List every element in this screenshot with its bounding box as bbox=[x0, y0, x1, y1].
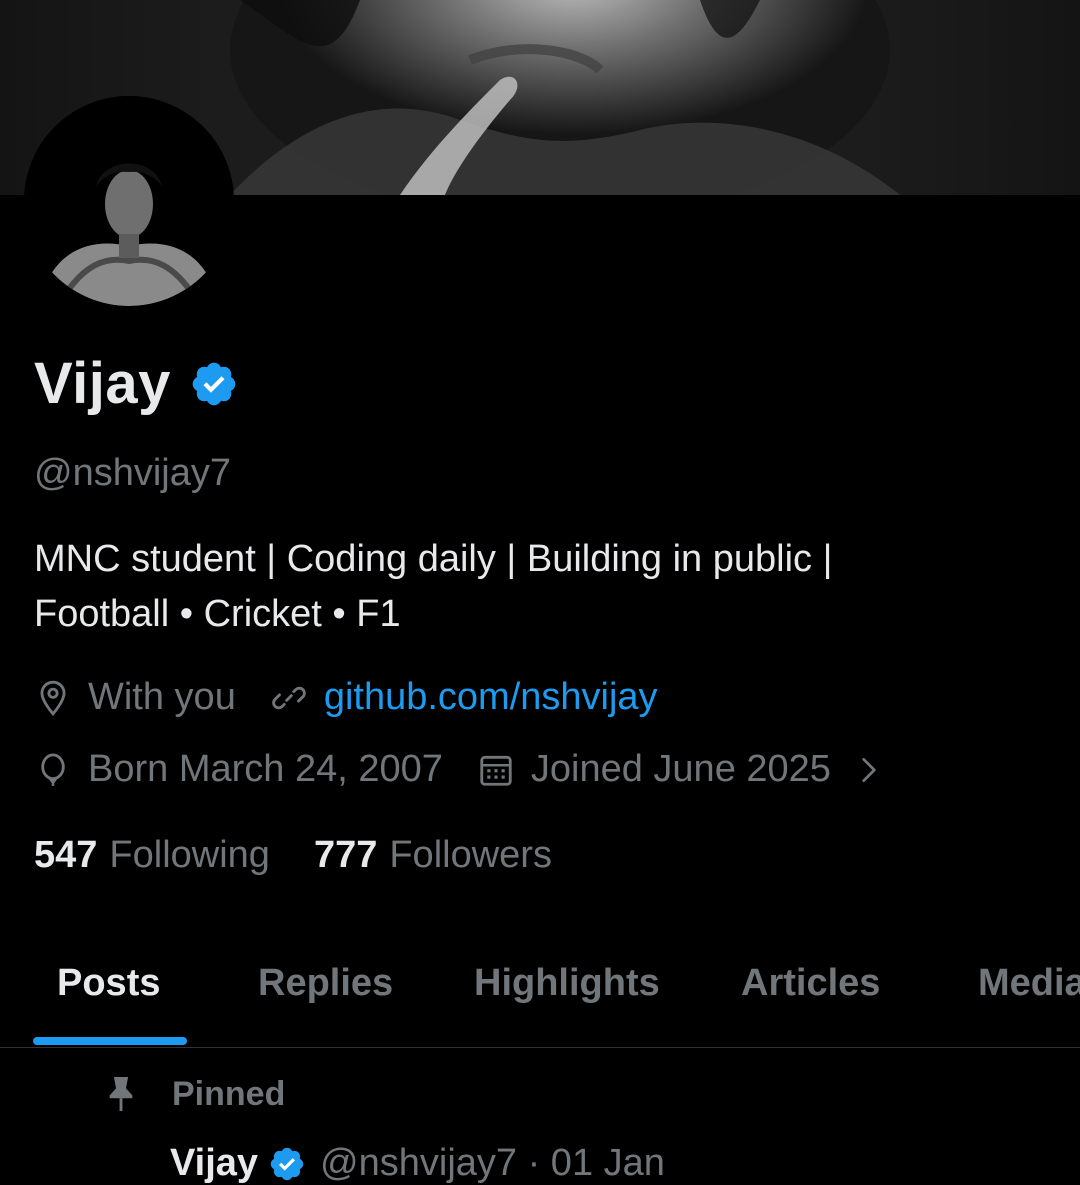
profile-meta-row-1: With you github.com/nshvijay bbox=[34, 676, 658, 719]
calendar-icon bbox=[480, 755, 512, 786]
location-pin-icon bbox=[40, 680, 66, 716]
tab-highlights[interactable]: Highlights bbox=[474, 962, 660, 1005]
bio-line-1: MNC student | Coding daily | Building in… bbox=[34, 538, 833, 580]
location-text: With you bbox=[88, 676, 236, 718]
bio-line-2: Football • Cricket • F1 bbox=[34, 593, 401, 635]
tab-posts[interactable]: Posts bbox=[57, 962, 160, 1005]
avatar-image bbox=[24, 96, 234, 306]
profile-tabs: Posts Replies Highlights Articles Media bbox=[0, 940, 1080, 1048]
profile-name-row: Vijay bbox=[34, 350, 239, 417]
tab-media[interactable]: Media bbox=[978, 962, 1080, 1005]
profile-bio: MNC student | Coding daily | Building in… bbox=[34, 532, 1034, 642]
following-link[interactable]: 547 Following bbox=[34, 834, 270, 877]
balloon-icon bbox=[41, 753, 65, 786]
birthday-item: Born March 24, 2007 bbox=[34, 748, 443, 791]
verified-badge-icon bbox=[270, 1147, 304, 1180]
joined-text: Joined June 2025 bbox=[530, 748, 831, 790]
pin-icon bbox=[109, 1077, 133, 1111]
verified-badge-icon[interactable] bbox=[189, 359, 239, 409]
pinned-post-header[interactable]: Vijay @nshvijay7 · 01 Jan bbox=[170, 1142, 665, 1185]
profile-display-name: Vijay bbox=[34, 351, 171, 416]
chevron-right-icon[interactable] bbox=[853, 751, 885, 789]
post-handle-date: @nshvijay7 · 01 Jan bbox=[320, 1142, 665, 1184]
website-item[interactable]: github.com/nshvijay bbox=[270, 676, 658, 719]
birthday-text: Born March 24, 2007 bbox=[88, 748, 443, 790]
post-author-name[interactable]: Vijay bbox=[170, 1142, 258, 1185]
location-item: With you bbox=[34, 676, 236, 719]
following-count: 547 bbox=[34, 834, 98, 876]
following-label: Following bbox=[109, 834, 270, 876]
followers-link[interactable]: 777 Followers bbox=[314, 834, 552, 877]
followers-count: 777 bbox=[313, 834, 378, 876]
link-icon bbox=[272, 686, 306, 709]
profile-meta-row-2: Born March 24, 2007 Joined June 2025 bbox=[34, 748, 885, 791]
joined-item[interactable]: Joined June 2025 bbox=[477, 748, 885, 791]
active-tab-indicator bbox=[33, 1037, 187, 1045]
tab-articles[interactable]: Articles bbox=[741, 962, 880, 1005]
follow-counts: 547 Following 777 Followers bbox=[34, 834, 596, 877]
profile-avatar[interactable] bbox=[24, 96, 234, 306]
profile-handle: @nshvijay7 bbox=[34, 452, 231, 494]
followers-label: Followers bbox=[389, 834, 552, 876]
pinned-label-row: Pinned bbox=[104, 1074, 285, 1114]
tab-replies[interactable]: Replies bbox=[258, 962, 393, 1005]
pinned-text: Pinned bbox=[172, 1074, 286, 1113]
website-link[interactable]: github.com/nshvijay bbox=[324, 676, 658, 719]
